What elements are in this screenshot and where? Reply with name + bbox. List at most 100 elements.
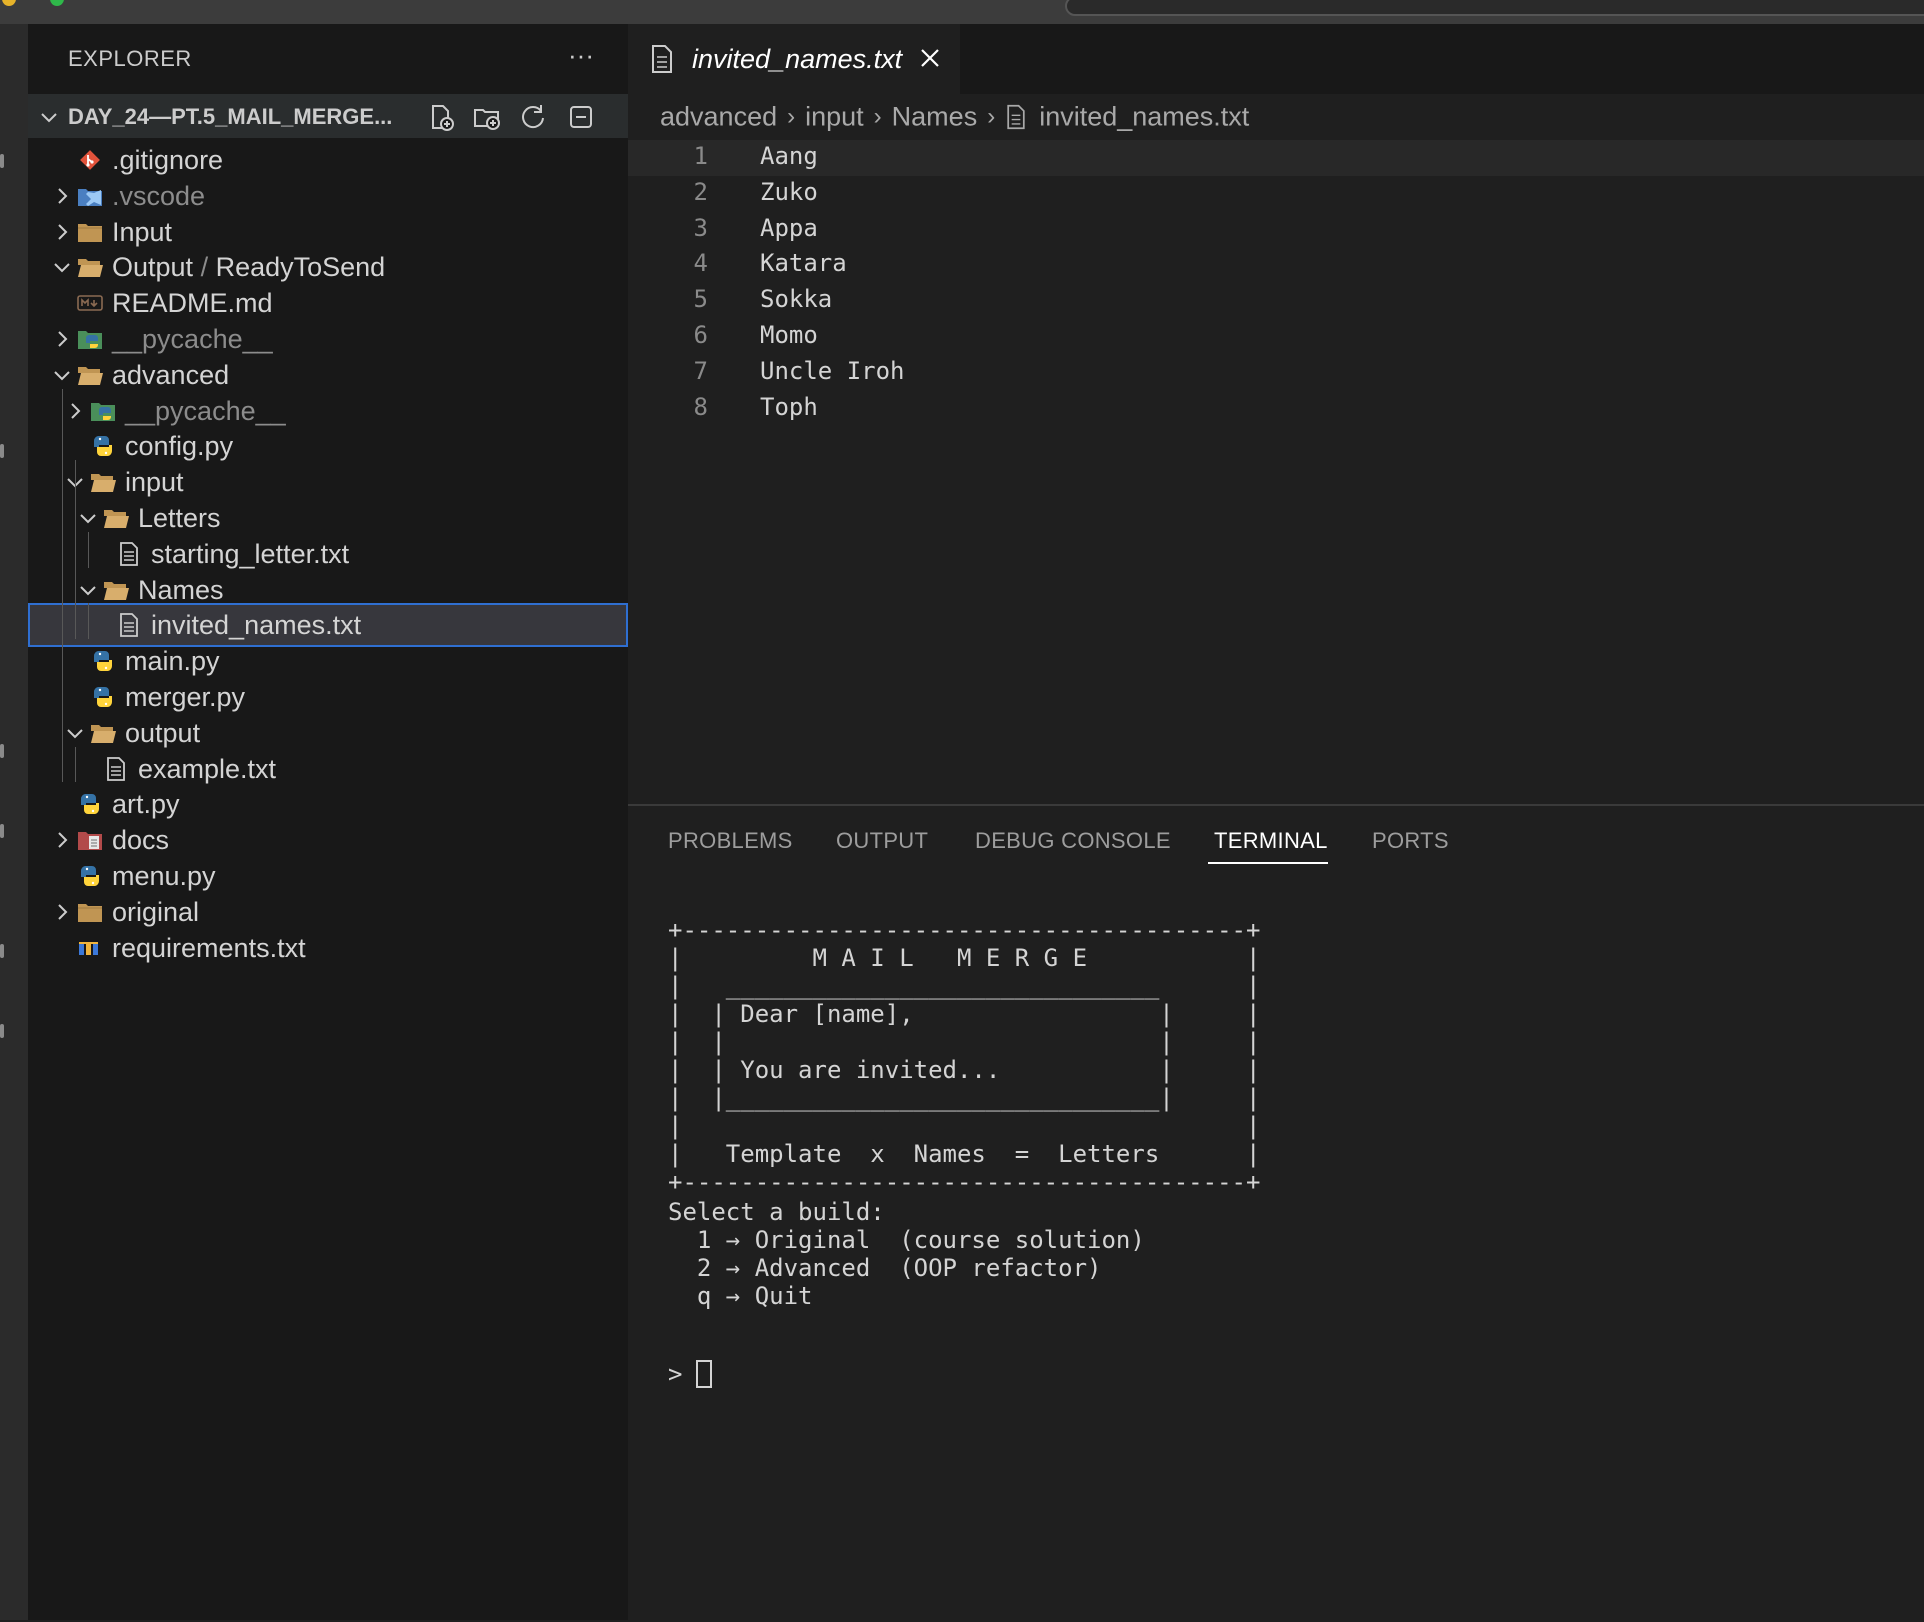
line-number: 4 [693,249,708,278]
python-icon [80,794,100,815]
panel-tab-debug-console[interactable]: DEBUG CONSOLE [975,828,1171,854]
breadcrumb-separator: › [873,102,882,130]
folder-open-icon [104,510,129,528]
tree-item-label: config.py [125,431,234,462]
activity-marker [0,944,4,958]
breadcrumb-item[interactable]: advanced [660,101,777,131]
tree-item-label: Names [138,574,224,605]
window-minimize-control[interactable] [2,0,16,6]
path-separator: / [193,252,216,283]
line-number: 7 [693,356,708,385]
code-line[interactable]: 6 Momo [628,319,1924,355]
tree-item-label: menu.py [112,861,216,891]
indent-guide [88,531,89,568]
activity-marker [0,824,4,838]
editor-tab[interactable]: invited_names.txt [628,24,960,94]
new-file-icon[interactable] [426,102,456,132]
code-line[interactable]: 5 Sokka [628,283,1924,319]
breadcrumb-item[interactable]: input [805,101,864,131]
chevron-down-icon[interactable] [52,365,72,385]
markdown-icon [77,295,103,311]
panel-tab-output[interactable]: OUTPUT [836,828,928,854]
folder-icon [78,903,102,922]
chevron-down-icon[interactable] [65,723,85,743]
new-folder-icon[interactable] [472,102,502,132]
text-file-icon [120,541,138,566]
chevron-right-icon[interactable] [52,222,72,242]
line-number: 5 [693,285,708,314]
code-line[interactable]: 4 Katara [628,247,1924,283]
panel-tab-terminal[interactable]: TERMINAL [1214,828,1328,854]
chevron-right-icon[interactable] [52,902,72,922]
bottom-panel: PROBLEMS OUTPUT DEBUG CONSOLE TERMINAL PORTS… [628,804,1924,1622]
git-icon [80,150,100,170]
tree-item-label: merger.py [125,682,246,712]
breadcrumb-item[interactable]: invited_names.txt [1039,101,1249,131]
terminal-prompt: > [668,1360,683,1388]
terminal-menu: Select a build: 1 → Original (course sol… [668,1198,1145,1310]
tree-item-label: original [112,896,200,927]
line-text: Zuko [760,177,818,206]
tab-bar: invited_names.txt [628,24,1924,94]
window-zoom-control[interactable] [50,0,64,6]
code-line[interactable]: 1 Aang [628,140,1924,176]
terminal-cursor[interactable] [696,1360,712,1388]
requirements-icon [79,941,98,955]
line-number: 3 [693,213,708,242]
tree-item-label: requirements.txt [112,932,306,963]
tree-item-label: example.txt [138,753,277,784]
panel-tab-ports[interactable]: PORTS [1372,828,1449,854]
explorer-sidebar: EXPLORER ··· DAY_24—PT.5_MAIL_MERGE... .… [28,24,628,1620]
line-text: Appa [760,213,818,242]
close-icon[interactable] [918,46,942,70]
breadcrumb-item[interactable]: Names [892,101,978,131]
refresh-icon[interactable] [518,102,548,132]
chevron-down-icon [41,113,57,123]
code-line[interactable]: 2 Zuko [628,176,1924,212]
line-number: 8 [693,392,708,421]
chevron-right-icon[interactable] [52,830,72,850]
activity-marker [0,1024,4,1038]
more-actions-button[interactable]: ··· [568,40,594,71]
tree-item-label: .gitignore [112,145,224,175]
chevron-down-icon[interactable] [78,508,98,528]
line-number: 6 [693,321,708,349]
chevron-down-icon[interactable] [78,580,98,600]
indent-guide [62,388,63,783]
tree-item-label: output [125,717,201,748]
tree-item-label: __pycache__ [125,395,286,426]
breadcrumb: advanced › input › Names › invited_names.txt [660,100,1249,140]
code-line[interactable]: 7 Uncle Iroh [628,355,1924,391]
tree-item-label: starting_letter.txt [151,538,350,569]
indent-guide [88,603,89,640]
command-center[interactable] [1065,0,1924,16]
explorer-title: EXPLORER [68,46,192,71]
code-line[interactable]: 3 Appa [628,212,1924,248]
tree-item[interactable]: requirements.txt [28,926,628,970]
breadcrumb-separator: › [987,102,996,130]
project-header[interactable]: DAY_24—PT.5_MAIL_MERGE... [28,94,628,138]
docs-folder-icon [78,832,102,851]
line-text: Aang [760,142,818,170]
collapse-all-icon[interactable] [566,102,596,132]
chevron-right-icon[interactable] [52,329,72,349]
vscode-folder-icon [78,188,102,206]
tree-item-label-compact: ReadyToSend [215,252,386,283]
chevron-right-icon[interactable] [52,186,72,206]
breadcrumb-separator: › [787,102,796,130]
folder-open-icon [91,474,116,493]
chevron-right-icon[interactable] [65,401,85,421]
tree-item-label: Output / ReadyToSend [112,252,386,283]
code-line[interactable]: 8 Toph [628,391,1924,427]
line-number: 2 [693,177,708,206]
activity-marker [0,744,4,758]
text-file-icon [1007,104,1025,130]
chevron-down-icon[interactable] [52,257,72,277]
tree-item-label: input [125,467,184,498]
folder-open-icon [78,366,103,385]
editor-area: invited_names.txt advanced › input › Names › i… [628,24,1924,804]
tree-item-label: invited_names.txt [151,610,362,641]
indent-guide [75,746,76,783]
panel-tab-problems[interactable]: PROBLEMS [668,828,793,854]
folder-open-icon [78,259,103,278]
